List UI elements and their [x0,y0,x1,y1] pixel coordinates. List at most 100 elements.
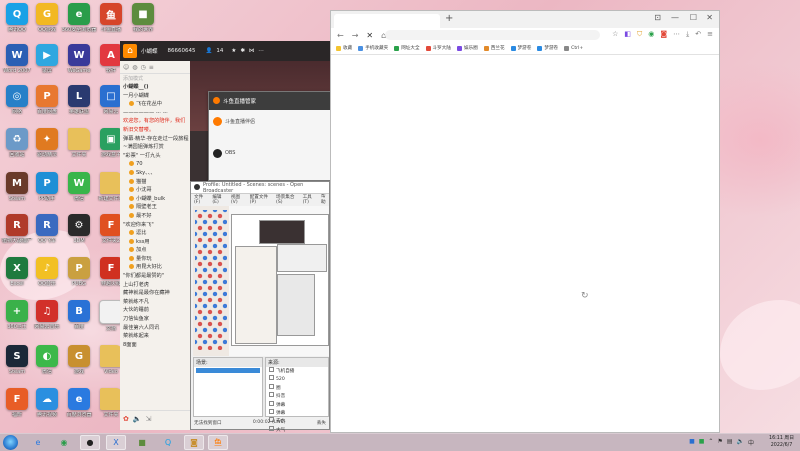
browser-tab[interactable] [334,14,440,28]
bookmark-item[interactable]: 梦游卷 [510,45,531,51]
chat-message: 70 [120,160,190,169]
gift-button[interactable]: ✿ [123,415,129,423]
app-tray-icon[interactable]: ■ [689,438,695,447]
obs-menu-item[interactable]: 工具(T) [303,194,316,205]
obs-source-item[interactable]: 520 [266,375,328,383]
obs-menu-item[interactable]: 视图(V) [231,194,245,205]
star-icon[interactable]: ★ [231,48,236,54]
taskbar-app[interactable]: ● [80,435,100,450]
new-tab-icon[interactable]: + [445,13,453,24]
lock-icon[interactable]: ◉ [648,30,654,39]
obs-source-item[interactable]: 弹幕 [266,401,328,409]
sources-label: 来源: [266,358,328,367]
game-icon[interactable]: ◙ [660,30,667,39]
close-icon[interactable]: ✕ [706,13,713,22]
more-icon[interactable]: ⋯ [258,48,264,54]
ie-icon: e [35,438,41,447]
volume-icon[interactable]: 🔈 [737,438,744,447]
minimize-icon[interactable]: — [671,13,679,22]
minecraft-icon: ■ [138,438,146,447]
chat-message: 量你玩 [120,255,190,264]
chat-message: Sky、、、 [120,169,190,178]
chat-message: 8面面 [123,341,137,348]
bookmark-item[interactable]: 梦游卷 [537,45,558,51]
settings-icon[interactable]: ✱ [240,48,245,54]
arrow-up-icon[interactable]: ⌃ [708,438,713,447]
chat-message: 最佳第六人同讯 [123,324,160,331]
flag-icon[interactable]: ⚑ [717,438,722,447]
page-content[interactable] [331,55,719,432]
shield-icon[interactable]: ⛉ [637,30,642,39]
taskbar-app[interactable]: ■ [132,435,152,450]
user-icon[interactable]: ☺ [123,64,129,71]
bookmark-icon [394,45,400,51]
back-icon[interactable]: ← [337,31,344,40]
sources-panel: 来源: 飞机自播 520 圈抖音 弹幕 弹幕 去水 大气 [265,357,329,433]
obs-source-item[interactable]: 抖音 [266,392,328,400]
taskbar-app[interactable]: ◉ [54,435,74,450]
share-icon[interactable]: ⋈ [249,48,255,54]
chat-mode[interactable]: 添加模式 [120,74,190,83]
obs-menu-item[interactable]: 配置文件(P) [250,194,271,205]
obs-menu-item[interactable]: 文件(F) [194,194,207,205]
fan-badge-icon [129,212,134,218]
bookmark-item[interactable]: 娱乐圈 [456,45,478,51]
maximize-icon[interactable]: ☐ [690,13,697,22]
download-icon[interactable]: ⤓ [686,30,689,39]
race-icon: R [36,214,58,236]
gift-icon[interactable]: ◍ [132,64,137,71]
bookmark-item[interactable]: Ctrl+ [564,45,583,51]
obs-menu-item[interactable]: 帮助 [321,193,329,205]
obs-source-item[interactable]: 飞机自播 [266,367,328,375]
taskbar-app[interactable]: Q [158,435,178,450]
obs-preview[interactable] [193,206,329,356]
menu-icon[interactable]: ≡ [707,30,713,39]
fan-badge-icon [129,195,134,201]
scene-item[interactable] [196,368,260,373]
chat-message: 一月小蝴蝶 [123,92,149,99]
bookmark-icon [456,45,462,51]
bookmark-item[interactable]: 网址大全 [394,45,420,51]
ime-icon[interactable]: 中 [748,438,754,447]
taskbar-app[interactable]: X [106,435,126,450]
more-icon[interactable]: ⋯ [673,30,680,39]
clock-icon[interactable]: ◷ [141,64,146,71]
undo-icon[interactable]: ↶ [695,30,701,39]
obs-source-item[interactable]: 圈 [266,384,328,392]
douyu-icon: 鱼 [100,3,122,25]
stop-icon[interactable]: ✕ [366,31,373,40]
clock[interactable]: 16:11 周日 2022/6/7 [769,435,794,449]
chat-message: 菜就练不凡 [123,298,149,305]
obs-status-left: 无法找到窗口 [194,420,222,426]
pp-icon: P [36,172,58,194]
star-icon[interactable]: ☆ [612,30,618,39]
excel-icon: X [6,257,28,279]
expand-icon[interactable]: ⇲ [146,415,152,423]
assistant-option-obs[interactable]: OBS [213,146,327,160]
taskbar-app[interactable]: 鱼 [208,435,228,450]
qq-game-icon: G [36,3,58,25]
list-icon[interactable]: ≡ [149,64,154,71]
bookmark-item[interactable]: 收藏 [336,45,352,51]
obs-menu-item[interactable]: 场景集合(S) [276,194,298,205]
taskbar-app[interactable]: ◙ [184,435,204,450]
taskbar-app[interactable]: e [28,435,48,450]
obs-icon: ● [86,438,94,447]
minecraft-icon: ■ [132,3,154,25]
forward-icon[interactable]: → [352,31,359,40]
bookmark-item[interactable]: 手机收藏夹 [358,45,388,51]
volume-icon[interactable]: 🔈 [133,415,142,423]
bookmark-item[interactable]: 西兰花 [483,45,505,51]
assistant-option-companion[interactable]: 斗鱼直播伴侣 [213,114,327,128]
start-button[interactable] [3,435,18,450]
app-tray-icon[interactable]: ■ [699,438,705,447]
extension-icon[interactable]: ◧ [624,30,631,39]
desktop-shortcut[interactable]: ■ 我的世界 [124,3,162,43]
bookmark-item[interactable]: 斗罗大陆 [425,45,451,51]
address-bar[interactable] [385,30,600,40]
shield-icon[interactable]: ⊡ [654,13,661,22]
home-icon[interactable]: ⌂ [123,44,137,58]
network-icon[interactable]: ▤ [727,438,733,447]
room-id: 86660645 [167,48,196,54]
obs-menu-item[interactable]: 编辑(E) [212,194,226,205]
